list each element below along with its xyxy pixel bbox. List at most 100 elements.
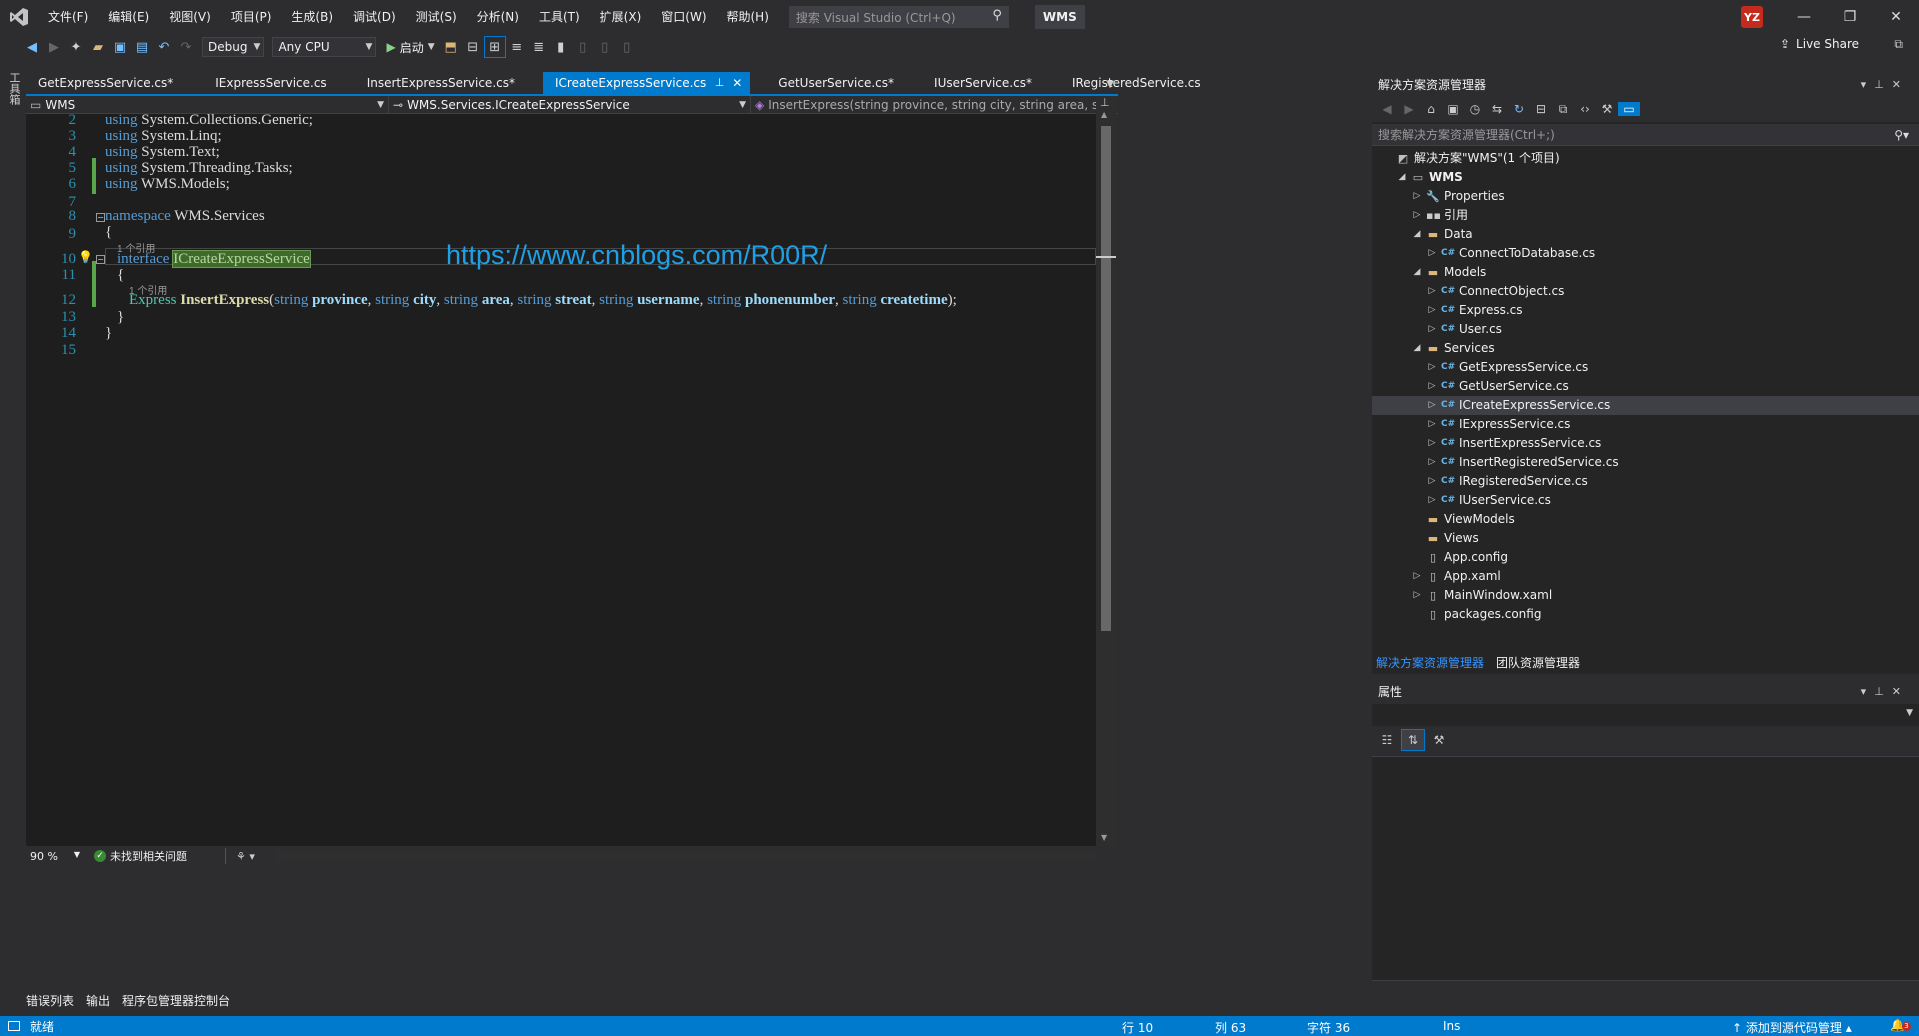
code-cleanup-icon[interactable]: ⚘ ▾ xyxy=(236,850,255,863)
menu-item[interactable]: 测试(S) xyxy=(406,0,467,34)
vs-search-input[interactable]: 搜索 Visual Studio (Ctrl+Q) ⚲ xyxy=(788,6,1009,28)
solution-view-icon[interactable]: ⊟ xyxy=(463,37,483,57)
zoom-select[interactable]: 90 % ▼ xyxy=(26,850,86,863)
outdent-icon[interactable]: ≣ xyxy=(529,37,549,57)
expand-arrow-icon[interactable]: ▷ xyxy=(1427,396,1437,415)
tree-item[interactable]: ▷ C# GetUserService.cs xyxy=(1372,377,1919,396)
tree-item[interactable]: ▷ C# InsertRegisteredService.cs xyxy=(1372,453,1919,472)
user-avatar[interactable]: YZ xyxy=(1741,6,1763,28)
document-tab[interactable]: IRegisteredService.cs xyxy=(1060,72,1213,94)
property-pages-icon[interactable]: ⚒ xyxy=(1428,730,1450,750)
expand-arrow-icon[interactable]: ▷ xyxy=(1427,358,1437,377)
scroll-up-icon[interactable]: ▲ xyxy=(1101,110,1107,119)
tree-item[interactable]: ▷ C# GetExpressService.cs xyxy=(1372,358,1919,377)
browser-link-icon[interactable]: ⬒ xyxy=(441,37,461,57)
expand-arrow-icon[interactable]: ▷ xyxy=(1427,491,1437,510)
menu-item[interactable]: 分析(N) xyxy=(467,0,529,34)
toolbox-tab[interactable]: 工具箱 xyxy=(6,72,21,105)
next-bookmark-icon[interactable]: ▯ xyxy=(595,37,615,57)
tree-item[interactable]: ▷ C# Express.cs xyxy=(1372,301,1919,320)
save-icon[interactable]: ▣ xyxy=(110,37,130,57)
prev-bookmark-icon[interactable]: ▯ xyxy=(573,37,593,57)
tree-item[interactable]: ▷ C# InsertExpressService.cs xyxy=(1372,434,1919,453)
undo-icon[interactable]: ↶ xyxy=(154,37,174,57)
collapse-interface-icon[interactable]: − xyxy=(96,255,105,264)
expand-arrow-icon[interactable]: ▷ xyxy=(1427,301,1437,320)
tree-item[interactable]: ◢ ▬ Models xyxy=(1372,263,1919,282)
tree-item[interactable]: ▯ App.config xyxy=(1372,548,1919,567)
menu-item[interactable]: 窗口(W) xyxy=(651,0,716,34)
start-debugging-button[interactable]: ▶ 启动 ▼ xyxy=(386,39,434,56)
tree-item[interactable]: ▷ C# User.cs xyxy=(1372,320,1919,339)
expand-arrow-icon[interactable]: ▷ xyxy=(1427,415,1437,434)
nav-project-dropdown[interactable]: ▭ WMS ▼ xyxy=(26,95,389,114)
pin-tab-icon[interactable]: ⊥ xyxy=(715,72,725,94)
expand-arrow-icon[interactable]: ▷ xyxy=(1427,244,1437,263)
tree-item[interactable]: ▷ C# ICreateExpressService.cs xyxy=(1372,396,1919,415)
menu-item[interactable]: 扩展(X) xyxy=(590,0,652,34)
document-tab[interactable]: IExpressService.cs xyxy=(203,72,338,94)
live-share-button[interactable]: ⇪ Live Share xyxy=(1780,37,1859,51)
preview-selected-icon[interactable]: ▭ xyxy=(1618,102,1640,116)
document-tab[interactable]: GetExpressService.cs* xyxy=(26,72,185,94)
expand-arrow-icon[interactable]: ▷ xyxy=(1412,586,1422,605)
panel-close-icon[interactable]: ✕ xyxy=(1892,685,1909,698)
tab-overflow-icon[interactable]: ▼ xyxy=(1106,79,1114,90)
solution-search-input[interactable]: 搜索解决方案资源管理器(Ctrl+;) ⚲▾ xyxy=(1372,124,1919,146)
menu-item[interactable]: 编辑(E) xyxy=(98,0,159,34)
expand-arrow-icon[interactable]: ▷ xyxy=(1427,320,1437,339)
menu-item[interactable]: 项目(P) xyxy=(221,0,282,34)
clear-bookmarks-icon[interactable]: ▯ xyxy=(617,37,637,57)
tree-item[interactable]: ▬ Views xyxy=(1372,529,1919,548)
horizontal-scrollbar[interactable] xyxy=(276,850,1096,862)
back-icon[interactable]: ◀ xyxy=(1376,102,1398,116)
tree-item[interactable]: ◢ ▭ WMS xyxy=(1372,168,1919,187)
tree-item[interactable]: ▷ 🔧 Properties xyxy=(1372,187,1919,206)
menu-item[interactable]: 调试(D) xyxy=(343,0,406,34)
scroll-down-icon[interactable]: ▼ xyxy=(1101,833,1107,842)
home-icon[interactable]: ⌂ xyxy=(1420,102,1442,116)
document-tab[interactable]: GetUserService.cs* xyxy=(766,72,906,94)
panel-close-icon[interactable]: ✕ xyxy=(1892,78,1909,91)
bookmark-icon[interactable]: ▮ xyxy=(551,37,571,57)
restore-icon[interactable]: ❐ xyxy=(1827,0,1873,34)
properties-object-select[interactable]: ▼ xyxy=(1372,704,1919,726)
expand-arrow-icon[interactable]: ▷ xyxy=(1427,282,1437,301)
menu-item[interactable]: 帮助(H) xyxy=(717,0,779,34)
collapse-arrow-icon[interactable]: ◢ xyxy=(1412,263,1422,282)
tree-item[interactable]: ▷ C# ConnectObject.cs xyxy=(1372,282,1919,301)
tree-item[interactable]: ▷ C# IRegisteredService.cs xyxy=(1372,472,1919,491)
tree-item[interactable]: ◩ 解决方案"WMS"(1 个项目) xyxy=(1372,149,1919,168)
pin-icon[interactable]: ⊥ xyxy=(1874,78,1892,91)
menu-item[interactable]: 工具(T) xyxy=(529,0,590,34)
scroll-thumb[interactable] xyxy=(1101,126,1111,631)
pin-icon[interactable]: ⊥ xyxy=(1874,685,1892,698)
collapse-arrow-icon[interactable]: ◢ xyxy=(1412,225,1422,244)
bottom-tool-tab[interactable]: 程序包管理器控制台 xyxy=(122,992,230,1009)
feedback-icon[interactable]: ⧉ xyxy=(1894,37,1903,52)
forward-icon[interactable]: ▶ xyxy=(44,37,64,57)
panel-menu-icon[interactable]: ▾ xyxy=(1861,685,1875,698)
tree-item[interactable]: ▷ C# ConnectToDatabase.cs xyxy=(1372,244,1919,263)
menu-item[interactable]: 视图(V) xyxy=(159,0,221,34)
tree-item[interactable]: ◢ ▬ Data xyxy=(1372,225,1919,244)
properties-icon[interactable]: ⚒ xyxy=(1596,102,1618,116)
issues-indicator[interactable]: ✓ 未找到相关问题 xyxy=(94,848,226,864)
notifications-icon[interactable]: 🔔 3 xyxy=(1890,1018,1911,1032)
expand-arrow-icon[interactable]: ▷ xyxy=(1427,434,1437,453)
tree-item[interactable]: ▷ C# IUserService.cs xyxy=(1372,491,1919,510)
tree-item[interactable]: ▷ C# IExpressService.cs xyxy=(1372,415,1919,434)
menu-item[interactable]: 生成(B) xyxy=(281,0,343,34)
minimize-icon[interactable]: — xyxy=(1781,0,1827,34)
refresh-icon[interactable]: ↻ xyxy=(1508,102,1530,116)
vertical-scrollbar[interactable]: ⊥ ▲ ▼ xyxy=(1096,96,1116,846)
alphabetical-icon[interactable]: ⇅ xyxy=(1401,729,1425,751)
tree-item[interactable]: ◢ ▬ Services xyxy=(1372,339,1919,358)
visual-studio-logo-icon[interactable] xyxy=(0,0,38,34)
expand-arrow-icon[interactable]: ▷ xyxy=(1427,377,1437,396)
tree-item[interactable]: ▯ packages.config xyxy=(1372,605,1919,624)
platform-select[interactable]: Any CPU ▼ xyxy=(272,37,377,57)
bottom-tool-tab[interactable]: 错误列表 xyxy=(26,992,74,1009)
tree-item[interactable]: ▷ ▪▪ 引用 xyxy=(1372,206,1919,225)
code-editor[interactable]: 1 2 3 4 5 6 7 8 9 10 11 12 13 14 15 − − … xyxy=(26,114,1096,846)
